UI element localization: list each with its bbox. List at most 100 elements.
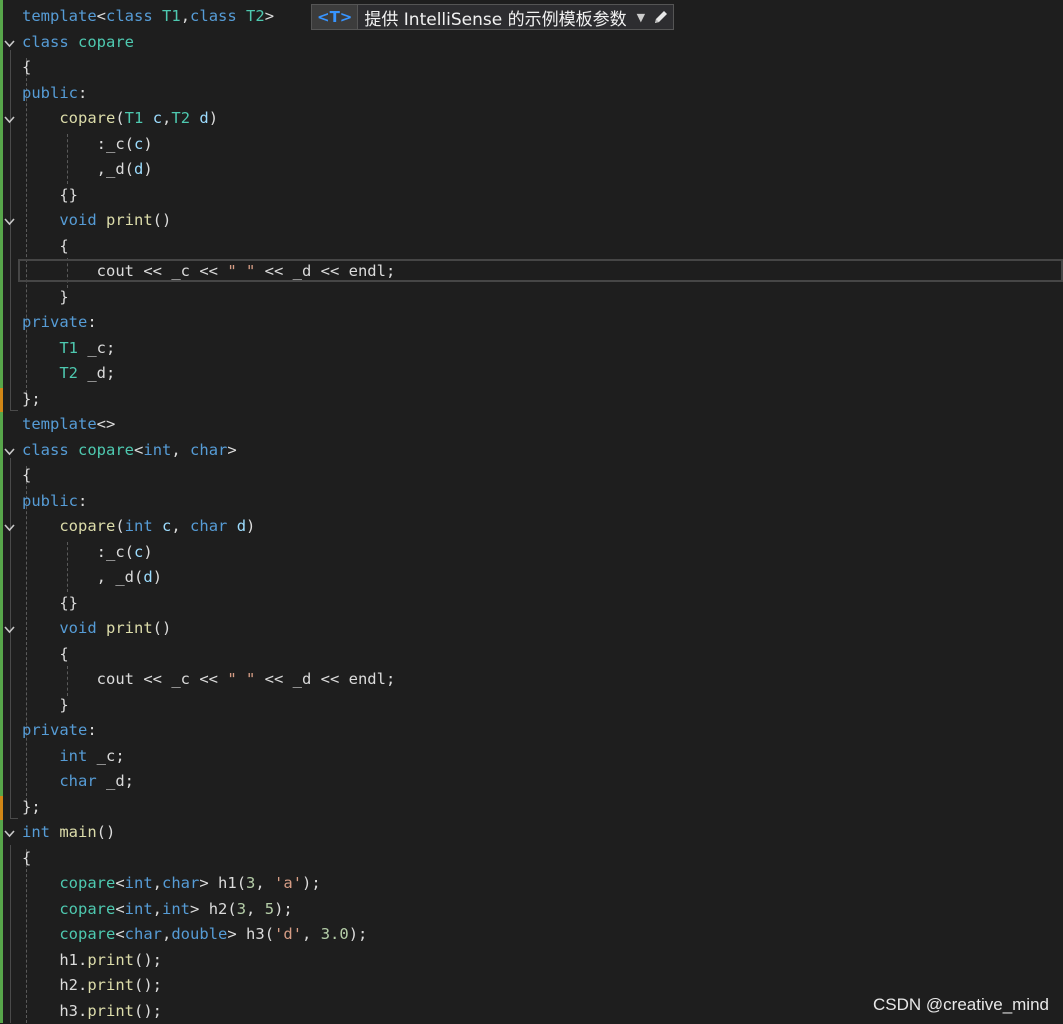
outline-guide [10, 50, 11, 410]
fold-toggle-icon[interactable] [4, 624, 15, 635]
code-line[interactable]: template<class T1,class T2> [22, 4, 274, 29]
code-token: _d [106, 160, 125, 178]
change-bar-saved [0, 0, 3, 388]
code-token: int [124, 874, 153, 892]
outline-guide-end [10, 818, 18, 819]
code-token: copare [59, 517, 116, 535]
code-line[interactable]: cout << _c << " " << _d << endl; [22, 259, 396, 284]
code-line[interactable]: class copare [22, 30, 134, 55]
code-line[interactable]: copare<char,double> h3('d', 3.0); [22, 922, 367, 947]
code-line[interactable]: private: [22, 718, 97, 743]
code-line[interactable]: h2.print(); [22, 973, 162, 998]
fold-toggle-icon[interactable] [4, 446, 15, 457]
fold-toggle-icon[interactable] [4, 38, 15, 49]
code-token: h1 [208, 874, 237, 892]
fold-toggle-icon[interactable] [4, 828, 15, 839]
code-line[interactable]: ,_d(d) [22, 157, 153, 182]
fold-toggle-icon[interactable] [4, 114, 15, 125]
code-token: << [255, 262, 293, 280]
code-token: print [87, 976, 135, 994]
code-line[interactable]: h3.print(); [22, 999, 162, 1024]
code-line[interactable]: public: [22, 489, 87, 514]
code-line[interactable]: copare<int,int> h2(3, 5); [22, 897, 292, 922]
code-token: } [59, 288, 69, 306]
code-line[interactable]: { [22, 846, 31, 871]
code-line[interactable]: private: [22, 310, 97, 335]
code-token: class [106, 7, 153, 25]
code-line[interactable]: void print() [22, 208, 171, 233]
code-line[interactable]: T1 _c; [22, 336, 115, 361]
code-token: print [106, 619, 153, 637]
code-token: } [59, 696, 69, 714]
code-editor[interactable]: template<class T1,class T2> class copare{… [0, 0, 1063, 1023]
code-token: . [78, 976, 88, 994]
code-token: > [199, 874, 209, 892]
code-line[interactable]: }; [22, 387, 41, 412]
code-line[interactable]: copare<int,char> h1(3, 'a'); [22, 871, 320, 896]
code-token: _d [106, 772, 125, 790]
code-token: ( [115, 517, 125, 535]
code-token: ); [348, 925, 368, 943]
code-line[interactable]: public: [22, 81, 87, 106]
code-line[interactable]: class copare<int, char> [22, 438, 237, 463]
code-token: copare [59, 109, 116, 127]
code-line[interactable]: } [22, 285, 69, 310]
code-token: ( [236, 874, 247, 892]
code-token: print [106, 211, 153, 229]
code-token: 'd' [274, 925, 303, 943]
fold-toggle-icon[interactable] [4, 216, 15, 227]
code-token: < [96, 7, 106, 25]
code-token: : [78, 492, 88, 510]
code-line[interactable]: :_c(c) [22, 132, 153, 157]
outline-guide [10, 640, 11, 714]
code-line[interactable]: {} [22, 183, 78, 208]
code-line[interactable]: char _d; [22, 769, 134, 794]
code-token: endl [348, 262, 386, 280]
code-token: ) [143, 135, 153, 153]
code-line[interactable]: { [22, 642, 68, 667]
code-token: ) [152, 568, 163, 586]
code-line[interactable]: }; [22, 795, 41, 820]
code-line[interactable]: copare(int c, char d) [22, 514, 255, 539]
code-line[interactable]: {} [22, 591, 78, 616]
code-line[interactable]: :_c(c) [22, 540, 153, 565]
code-line[interactable]: int main() [22, 820, 115, 845]
code-token: char [190, 441, 228, 459]
template-tag-icon[interactable]: <T> [312, 5, 359, 29]
outline-guide-end [10, 410, 18, 411]
code-line[interactable]: { [22, 463, 31, 488]
code-line[interactable]: T2 _d; [22, 361, 115, 386]
code-line[interactable]: void print() [22, 616, 171, 641]
code-token: char [124, 925, 162, 943]
code-line[interactable]: h1.print(); [22, 948, 162, 973]
code-token: > [227, 441, 237, 459]
code-token: class [190, 7, 237, 25]
code-token: . [78, 1002, 88, 1020]
code-line[interactable]: { [22, 234, 68, 259]
code-token: private [22, 721, 88, 739]
code-line[interactable]: copare(T1 c,T2 d) [22, 106, 218, 131]
code-line[interactable]: cout << _c << " " << _d << endl; [22, 667, 396, 692]
code-token: ( [124, 135, 135, 153]
caret-down-icon[interactable]: ▼ [633, 11, 649, 24]
code-line[interactable]: int _c; [22, 744, 124, 769]
code-line[interactable]: template<> [22, 412, 115, 437]
code-line[interactable]: } [22, 693, 69, 718]
code-token: ) [143, 543, 153, 561]
code-token: class [22, 33, 69, 51]
outline-guide [10, 458, 11, 818]
code-line[interactable]: { [22, 55, 31, 80]
code-token: T1 [124, 109, 144, 127]
code-token: ; [106, 364, 116, 382]
pencil-icon[interactable] [649, 9, 673, 25]
intellisense-hint-text: 提供 IntelliSense 的示例模板参数 [364, 9, 627, 30]
code-line[interactable]: , _d(d) [22, 565, 162, 590]
intellisense-template-bar[interactable]: <T> 提供 IntelliSense 的示例模板参数 ▼ [311, 4, 675, 30]
code-token: , [255, 874, 275, 892]
fold-toggle-icon[interactable] [4, 522, 15, 533]
